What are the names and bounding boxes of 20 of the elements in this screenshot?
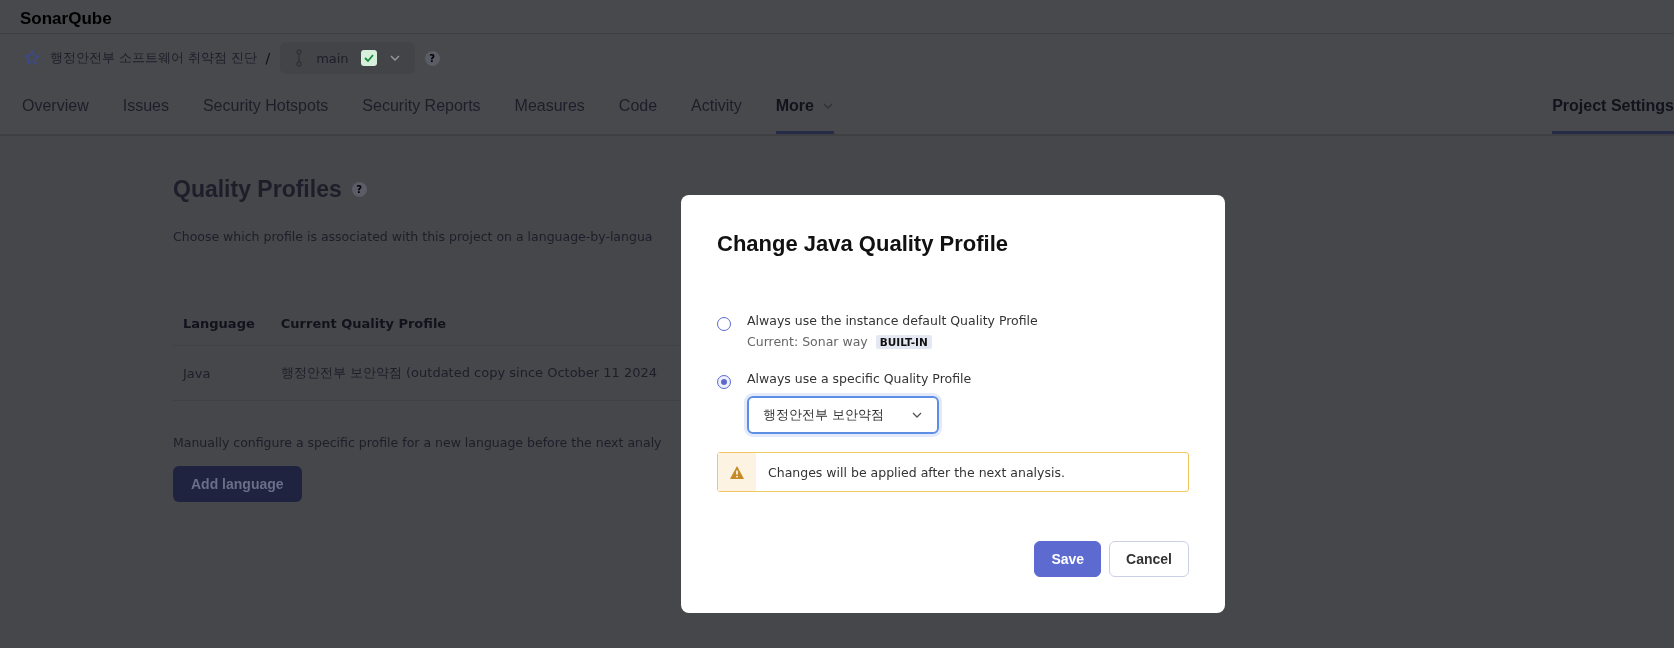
cancel-button[interactable]: Cancel xyxy=(1109,541,1189,577)
warning-text: Changes will be applied after the next analysis. xyxy=(767,463,1065,482)
profile-select[interactable]: 행정안전부 보안약점 xyxy=(747,396,939,434)
check-icon xyxy=(360,50,377,66)
project-settings-tab[interactable]: Project Settings xyxy=(1552,78,1674,134)
save-button[interactable]: Save xyxy=(1034,541,1102,577)
star-icon[interactable] xyxy=(24,50,40,66)
option-label[interactable]: Always use a specific Quality Profile xyxy=(747,363,972,386)
radio-button[interactable] xyxy=(717,375,731,389)
current-profile-text: Current: Sonar way xyxy=(747,334,868,349)
help-icon[interactable]: ? xyxy=(351,182,367,197)
add-language-button[interactable]: Add language xyxy=(173,466,302,502)
nav-tab[interactable]: More xyxy=(775,78,834,134)
help-icon[interactable]: ? xyxy=(424,50,440,66)
built-in-tag: BUILT-IN xyxy=(875,334,932,349)
app-logo-text[interactable]: SonarQube xyxy=(20,9,112,29)
warning-icon xyxy=(730,465,744,479)
modal-title: Change Java Quality Profile xyxy=(717,231,1009,257)
breadcrumb-separator: / xyxy=(265,50,271,66)
option-label[interactable]: Always use the instance default Quality Profile xyxy=(747,305,1038,328)
